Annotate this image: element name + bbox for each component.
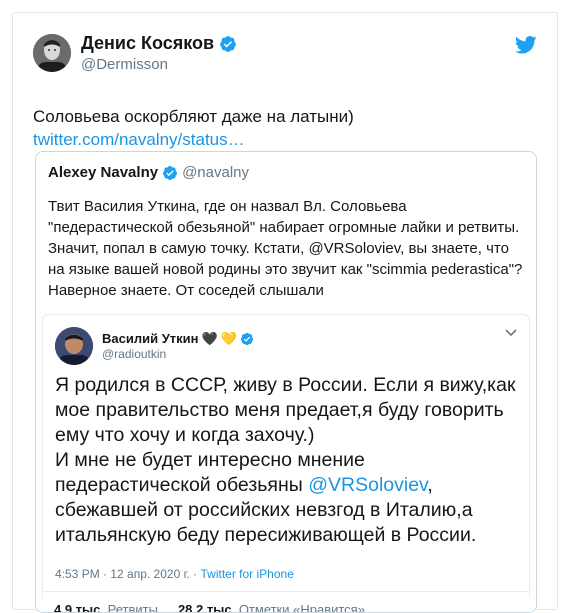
embedded-tweet-header: Василий Уткин 🖤 💛 @radioutkin [55,327,254,365]
avatar[interactable] [33,34,71,72]
black-heart-icon: 🖤 [201,331,218,346]
tweet-header: Денис Косяков @Dermisson [33,33,237,73]
author-display-name[interactable]: Денис Косяков [81,33,214,54]
embedded-author-handle[interactable]: @radioutkin [102,347,254,361]
embedded-mention-link[interactable]: @VRSoloviev [308,474,427,496]
divider [43,591,529,592]
author-handle[interactable]: @Dermisson [81,56,237,73]
retweets-label: Ретвиты [107,602,158,613]
quoted-tweet-header: Alexey Navalny @navalny [48,164,249,181]
tweet-text: Соловьева оскорбляют даже на латыни) twi… [33,105,533,151]
embedded-source-link[interactable]: Twitter for iPhone [201,567,294,581]
quoted-mention-link[interactable]: @VRSoloviev [308,240,400,257]
verified-badge-icon [240,332,253,345]
embedded-tweet-text: Я родился в СССР, живу в России. Если я … [55,373,525,548]
retweets-stat[interactable]: 4,9 тыс. Ретвиты [54,602,158,613]
tweet-link[interactable]: twitter.com/navalny/status… [33,130,245,149]
quoted-tweet[interactable]: Alexey Navalny @navalny Твит Василия Утк… [35,151,537,613]
likes-count: 28,2 тыс. [177,602,236,613]
retweets-count: 4,9 тыс. [54,602,104,613]
embedded-author-name-row: Василий Уткин 🖤 💛 [102,331,254,346]
embedded-tweet[interactable]: Василий Уткин 🖤 💛 @radioutkin Я родился … [42,314,530,612]
avatar-photo-icon [33,34,71,72]
embedded-tweet-card: Денис Косяков @Dermisson Соловьева оскор… [12,12,558,613]
verified-badge-icon [220,35,236,52]
embedded-avatar[interactable] [55,327,93,365]
likes-stat[interactable]: 28,2 тыс. Отметки «Нравится» [177,602,365,613]
author-name-row: Денис Косяков [81,33,237,54]
quoted-author-handle[interactable]: @navalny [182,164,249,181]
tweet-body: Соловьева оскорбляют даже на латыни) [33,107,354,126]
verified-badge-icon [163,165,178,180]
likes-label: Отметки «Нравится» [238,602,365,613]
embedded-tweet-meta: 4:53 PM · 12 апр. 2020 г. · Twitter for … [55,567,294,581]
embedded-author-name[interactable]: Василий Уткин [102,331,199,346]
quoted-tweet-text: Твит Василия Уткина, где он назвал Вл. С… [48,196,526,301]
avatar-photo-icon [55,327,93,365]
embedded-timestamp[interactable]: 4:53 PM · 12 апр. 2020 г. · [55,567,201,581]
yellow-heart-icon: 💛 [220,331,237,346]
quoted-author-name[interactable]: Alexey Navalny [48,164,158,181]
author-names: Денис Косяков @Dermisson [81,33,237,73]
chevron-down-icon[interactable] [505,329,517,337]
embedded-text-part1: Я родился в СССР, живу в России. Если я … [55,374,516,496]
embedded-author-names: Василий Уткин 🖤 💛 @radioutkin [102,331,254,361]
twitter-bird-icon[interactable] [515,35,537,55]
